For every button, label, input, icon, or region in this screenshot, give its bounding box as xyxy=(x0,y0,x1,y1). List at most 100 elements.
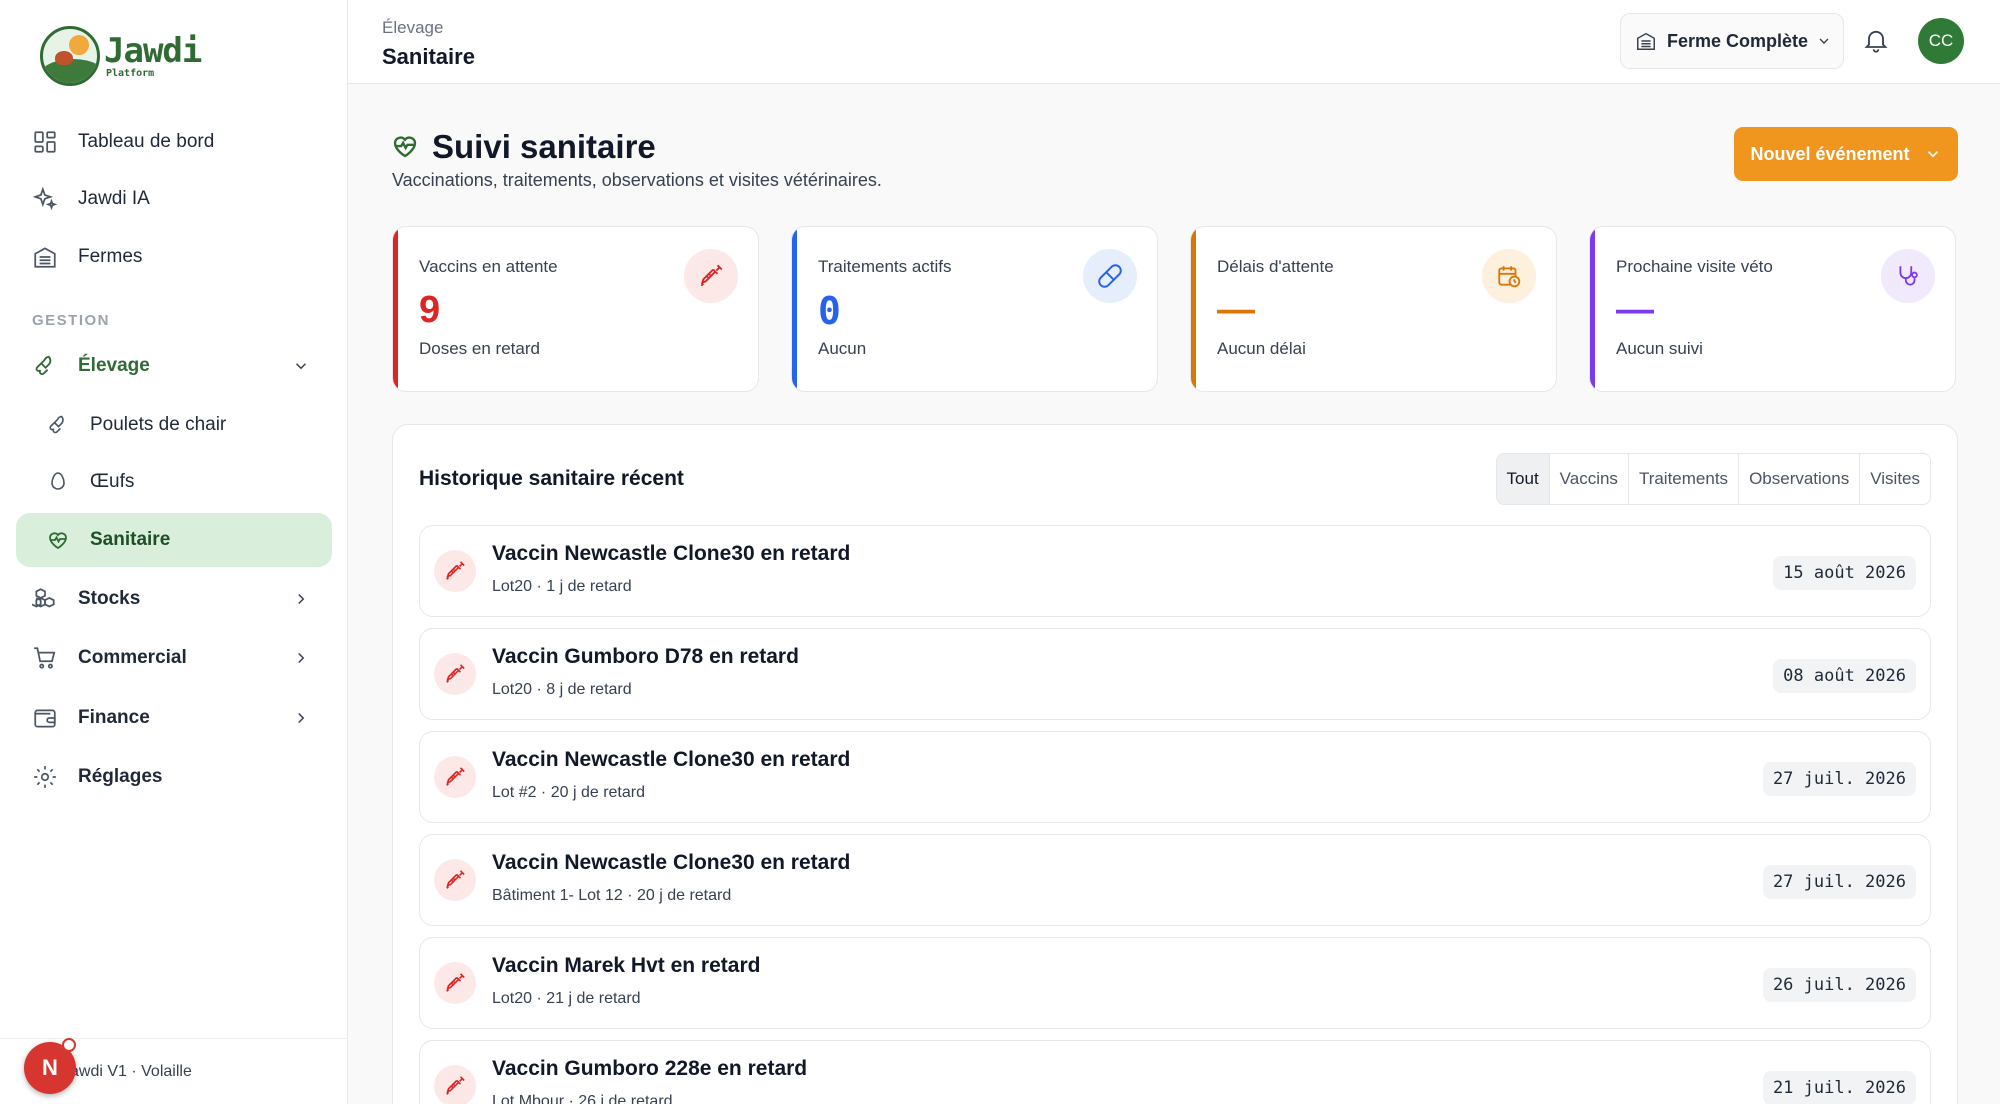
app-version: Jawdi V1 · Volaille xyxy=(62,1063,192,1080)
gear-icon xyxy=(34,766,56,788)
stethoscope-icon xyxy=(1881,249,1935,303)
history-row-detail: Lot #2 · 20 j de retard xyxy=(492,784,645,801)
chevron-down-icon xyxy=(295,363,307,370)
sidebar-item-oeufs[interactable]: Œufs xyxy=(16,455,332,509)
stat-card-visite-veto[interactable]: Prochaine visite véto — Aucun suivi xyxy=(1589,226,1956,392)
tab-traitements[interactable]: Traitements xyxy=(1627,454,1738,504)
sidebar-item-reglages[interactable]: Réglages xyxy=(16,750,332,804)
section-subtitle: Vaccinations, traitements, observations … xyxy=(392,170,882,190)
history-row[interactable]: Vaccin Marek Hvt en retard Lot20 · 21 j … xyxy=(419,937,1931,1029)
history-row-detail: Lot20 · 8 j de retard xyxy=(492,681,632,698)
history-row-date: 27 juil. 2026 xyxy=(1762,762,1916,796)
top-bar: Élevage Sanitaire Ferme Complète CC xyxy=(348,0,2000,84)
brand-logo[interactable]: Jawdi Platform xyxy=(40,26,202,86)
calendar-clock-icon xyxy=(1482,249,1536,303)
breadcrumb[interactable]: Élevage xyxy=(382,18,443,38)
sidebar-item-sanitaire[interactable]: Sanitaire xyxy=(16,513,332,567)
chevron-right-icon xyxy=(298,593,305,605)
tab-vaccins[interactable]: Vaccins xyxy=(1548,454,1628,504)
history-row-title: Vaccin Marek Hvt en retard xyxy=(492,954,761,977)
sidebar-item-label: Élevage xyxy=(78,355,150,376)
sparkles-icon xyxy=(32,186,58,211)
sidebar-item-finance[interactable]: Finance xyxy=(16,691,332,745)
history-row-title: Vaccin Gumboro 228e en retard xyxy=(492,1057,808,1080)
stat-value: 0 xyxy=(818,289,841,333)
history-row-detail: Lot20 · 1 j de retard xyxy=(492,578,632,595)
brand-name: Jawdi xyxy=(104,30,202,71)
sidebar-item-dashboard[interactable]: Tableau de bord xyxy=(16,115,332,169)
bell-icon[interactable] xyxy=(1862,26,1890,54)
sidebar-item-fermes[interactable]: Fermes xyxy=(16,230,332,284)
tab-observations[interactable]: Observations xyxy=(1738,454,1859,504)
tab-visites[interactable]: Visites xyxy=(1859,454,1930,504)
stat-sub: Doses en retard xyxy=(419,339,540,358)
stat-card-delais[interactable]: Délais d'attente — Aucun délai xyxy=(1190,226,1557,392)
sidebar-item-elevage[interactable]: Élevage xyxy=(16,339,332,393)
farm-selector-value: Ferme Complète xyxy=(1667,30,1809,51)
history-row[interactable]: Vaccin Newcastle Clone30 en retard Lot20… xyxy=(419,525,1931,617)
history-row[interactable]: Vaccin Gumboro 228e en retard Lot Mbour … xyxy=(419,1040,1931,1104)
sidebar-item-label: Commercial xyxy=(78,647,187,668)
cart-icon xyxy=(34,647,56,669)
history-panel: Historique sanitaire récent Tout Vaccins… xyxy=(392,424,1958,1104)
tab-tout[interactable]: Tout xyxy=(1496,454,1549,504)
stat-card-traitements[interactable]: Traitements actifs 0 Aucun xyxy=(791,226,1158,392)
sidebar-item-label: Sanitaire xyxy=(90,529,171,550)
sidebar-item-jawdi-ia[interactable]: Jawdi IA xyxy=(16,172,332,226)
history-tabs: Tout Vaccins Traitements Observations Vi… xyxy=(1495,453,1931,505)
history-title: Historique sanitaire récent xyxy=(419,467,684,490)
stat-label: Délais d'attente xyxy=(1217,257,1334,276)
logo-badge-icon xyxy=(40,26,100,86)
sidebar-item-commercial[interactable]: Commercial xyxy=(16,631,332,685)
grid-icon xyxy=(34,131,56,153)
stat-value: 9 xyxy=(419,289,441,331)
syringe-icon xyxy=(434,1065,476,1104)
syringe-icon xyxy=(434,550,476,592)
syringe-icon xyxy=(434,756,476,798)
syringe-icon xyxy=(684,249,738,303)
history-row-date: 26 juil. 2026 xyxy=(1762,968,1916,1002)
history-row-title: Vaccin Newcastle Clone30 en retard xyxy=(492,542,851,565)
stat-label: Traitements actifs xyxy=(818,257,952,276)
building-icon xyxy=(34,247,56,268)
history-row-detail: Lot20 · 21 j de retard xyxy=(492,990,641,1007)
sidebar-item-label: Poulets de chair xyxy=(90,414,227,435)
history-row-title: Vaccin Gumboro D78 en retard xyxy=(492,645,799,668)
sidebar-item-label: Finance xyxy=(78,707,150,728)
history-row-title: Vaccin Newcastle Clone30 en retard xyxy=(492,851,851,874)
chevron-down-icon xyxy=(1819,38,1829,44)
building-icon xyxy=(1637,32,1655,50)
stat-value: — xyxy=(1616,289,1654,331)
stat-card-vaccins[interactable]: Vaccins en attente 9 Doses en retard xyxy=(392,226,759,392)
section-title: Suivi sanitaire xyxy=(432,128,656,165)
drumstick-icon xyxy=(35,355,52,375)
history-row-date: 21 juil. 2026 xyxy=(1762,1071,1916,1104)
page-title: Sanitaire xyxy=(382,44,475,69)
syringe-icon xyxy=(434,859,476,901)
sidebar-item-poulets-de-chair[interactable]: Poulets de chair xyxy=(16,398,332,452)
avatar[interactable]: CC xyxy=(1918,18,1964,64)
section-label-gestion: GESTION xyxy=(32,312,111,329)
heart-pulse-icon xyxy=(393,136,417,158)
history-row[interactable]: Vaccin Gumboro D78 en retard Lot20 · 8 j… xyxy=(419,628,1931,720)
new-event-button[interactable]: Nouvel événement xyxy=(1734,127,1958,181)
sidebar-item-label: Stocks xyxy=(78,588,141,609)
syringe-icon xyxy=(434,653,476,695)
sidebar-item-label: Jawdi IA xyxy=(78,188,150,209)
history-row-date: 27 juil. 2026 xyxy=(1762,865,1916,899)
farm-selector[interactable]: Ferme Complète xyxy=(1620,13,1844,69)
stat-label: Prochaine visite véto xyxy=(1616,257,1773,276)
syringe-icon xyxy=(434,962,476,1004)
sidebar-item-label: Tableau de bord xyxy=(78,131,215,152)
stat-value: — xyxy=(1217,289,1255,331)
stat-label: Vaccins en attente xyxy=(419,257,558,276)
history-row[interactable]: Vaccin Newcastle Clone30 en retard Lot #… xyxy=(419,731,1931,823)
history-row-date: 15 août 2026 xyxy=(1773,556,1916,590)
history-row-title: Vaccin Newcastle Clone30 en retard xyxy=(492,748,851,771)
wallet-icon xyxy=(34,709,56,728)
history-row[interactable]: Vaccin Newcastle Clone30 en retard Bâtim… xyxy=(419,834,1931,926)
sidebar-item-label: Fermes xyxy=(78,246,143,267)
boxes-icon xyxy=(32,588,55,608)
stat-sub: Aucun suivi xyxy=(1616,339,1703,358)
sidebar-item-stocks[interactable]: Stocks xyxy=(16,572,332,626)
